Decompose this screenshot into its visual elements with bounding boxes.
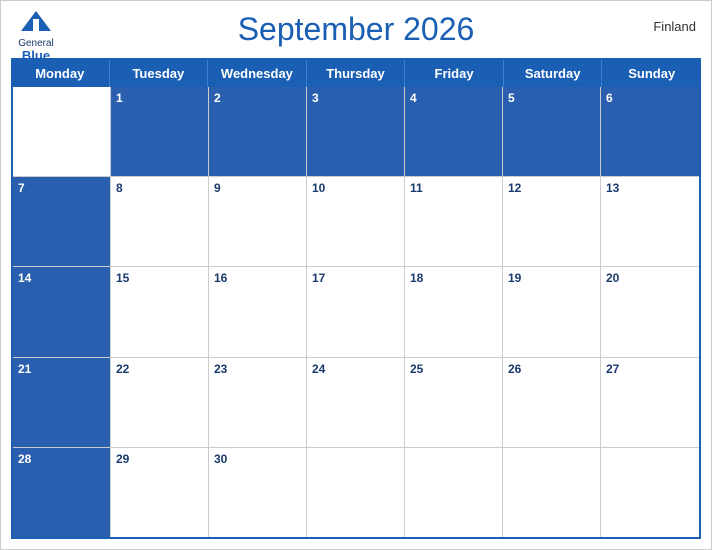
day-cell-week3-day3[interactable]: 16 — [209, 267, 307, 356]
day-number-15: 15 — [116, 271, 129, 285]
day-cell-week1-day2[interactable]: 1 — [111, 87, 209, 176]
day-number-28: 28 — [18, 452, 31, 466]
day-number-11: 11 — [410, 181, 423, 195]
day-cell-week2-day1[interactable]: 7 — [13, 177, 111, 266]
day-number-8: 8 — [116, 181, 123, 195]
day-number-3: 3 — [312, 91, 319, 105]
day-header-monday: Monday — [11, 60, 110, 87]
day-number-4: 4 — [410, 91, 417, 105]
day-number-7: 7 — [18, 181, 25, 195]
day-number-1: 1 — [116, 91, 123, 105]
calendar-header: General Blue September 2026 Finland — [1, 1, 711, 53]
day-number-27: 27 — [606, 362, 619, 376]
day-cell-week4-day1[interactable]: 21 — [13, 358, 111, 447]
day-cell-week2-day6[interactable]: 12 — [503, 177, 601, 266]
day-cell-week5-day4[interactable] — [307, 448, 405, 537]
day-number-16: 16 — [214, 271, 227, 285]
day-cell-week4-day5[interactable]: 25 — [405, 358, 503, 447]
day-number-13: 13 — [606, 181, 619, 195]
day-cell-week5-day3[interactable]: 30 — [209, 448, 307, 537]
day-cell-week1-day6[interactable]: 5 — [503, 87, 601, 176]
day-number-2: 2 — [214, 91, 221, 105]
day-number-26: 26 — [508, 362, 521, 376]
day-number-25: 25 — [410, 362, 423, 376]
day-header-sunday: Sunday — [602, 60, 701, 87]
day-number-18: 18 — [410, 271, 423, 285]
day-header-thursday: Thursday — [307, 60, 406, 87]
day-number-6: 6 — [606, 91, 613, 105]
day-number-29: 29 — [116, 452, 129, 466]
day-header-saturday: Saturday — [504, 60, 603, 87]
country-label: Finland — [653, 19, 696, 34]
day-header-wednesday: Wednesday — [208, 60, 307, 87]
day-number-9: 9 — [214, 181, 221, 195]
day-number-12: 12 — [508, 181, 521, 195]
day-header-friday: Friday — [405, 60, 504, 87]
day-cell-week1-day3[interactable]: 2 — [209, 87, 307, 176]
calendar-grid: Monday Tuesday Wednesday Thursday Friday… — [11, 58, 701, 539]
day-cell-week2-day3[interactable]: 9 — [209, 177, 307, 266]
day-cell-week1-day5[interactable]: 4 — [405, 87, 503, 176]
day-header-tuesday: Tuesday — [110, 60, 209, 87]
day-cell-week2-day5[interactable]: 11 — [405, 177, 503, 266]
day-cell-week3-day4[interactable]: 17 — [307, 267, 405, 356]
day-cell-week3-day5[interactable]: 18 — [405, 267, 503, 356]
day-cell-week4-day2[interactable]: 22 — [111, 358, 209, 447]
day-number-22: 22 — [116, 362, 129, 376]
day-cell-week5-day7[interactable] — [601, 448, 699, 537]
day-number-5: 5 — [508, 91, 515, 105]
day-cell-week3-day2[interactable]: 15 — [111, 267, 209, 356]
day-cell-week5-day2[interactable]: 29 — [111, 448, 209, 537]
calendar-container: General Blue September 2026 Finland Mond… — [0, 0, 712, 550]
day-cell-week2-day4[interactable]: 10 — [307, 177, 405, 266]
day-cell-week1-day4[interactable]: 3 — [307, 87, 405, 176]
day-cell-week4-day7[interactable]: 27 — [601, 358, 699, 447]
day-cell-week5-day5[interactable] — [405, 448, 503, 537]
day-cell-week3-day1[interactable]: 14 — [13, 267, 111, 356]
day-number-20: 20 — [606, 271, 619, 285]
day-cell-week2-day2[interactable]: 8 — [111, 177, 209, 266]
week-row-4: 21 22 23 24 25 26 27 — [13, 358, 699, 448]
day-cell-week3-day7[interactable]: 20 — [601, 267, 699, 356]
day-number-14: 14 — [18, 271, 31, 285]
day-number-23: 23 — [214, 362, 227, 376]
day-number-19: 19 — [508, 271, 521, 285]
day-cell-week2-day7[interactable]: 13 — [601, 177, 699, 266]
generalblue-logo: General Blue — [16, 9, 56, 62]
day-number-21: 21 — [18, 362, 31, 376]
day-number-17: 17 — [312, 271, 325, 285]
day-number-30: 30 — [214, 452, 227, 466]
day-cell-week4-day4[interactable]: 24 — [307, 358, 405, 447]
logo-blue: Blue — [22, 49, 50, 62]
day-cell-week4-day3[interactable]: 23 — [209, 358, 307, 447]
day-cell-week5-day6[interactable] — [503, 448, 601, 537]
week-row-2: 7 8 9 10 11 12 13 — [13, 177, 699, 267]
day-cell-week1-day1[interactable] — [13, 87, 111, 176]
day-cell-week1-day7[interactable]: 6 — [601, 87, 699, 176]
day-cell-week3-day6[interactable]: 19 — [503, 267, 601, 356]
week-row-3: 14 15 16 17 18 19 20 — [13, 267, 699, 357]
week-row-5: 28 29 30 — [13, 448, 699, 537]
week-row-1: 1 2 3 4 5 6 — [13, 87, 699, 177]
weeks-container: 1234567891011121314151617181920212223242… — [11, 87, 701, 539]
day-number-10: 10 — [312, 181, 325, 195]
day-cell-week5-day1[interactable]: 28 — [13, 448, 111, 537]
days-header: Monday Tuesday Wednesday Thursday Friday… — [11, 60, 701, 87]
day-number-24: 24 — [312, 362, 325, 376]
month-title: September 2026 — [238, 11, 475, 48]
day-cell-week4-day6[interactable]: 26 — [503, 358, 601, 447]
